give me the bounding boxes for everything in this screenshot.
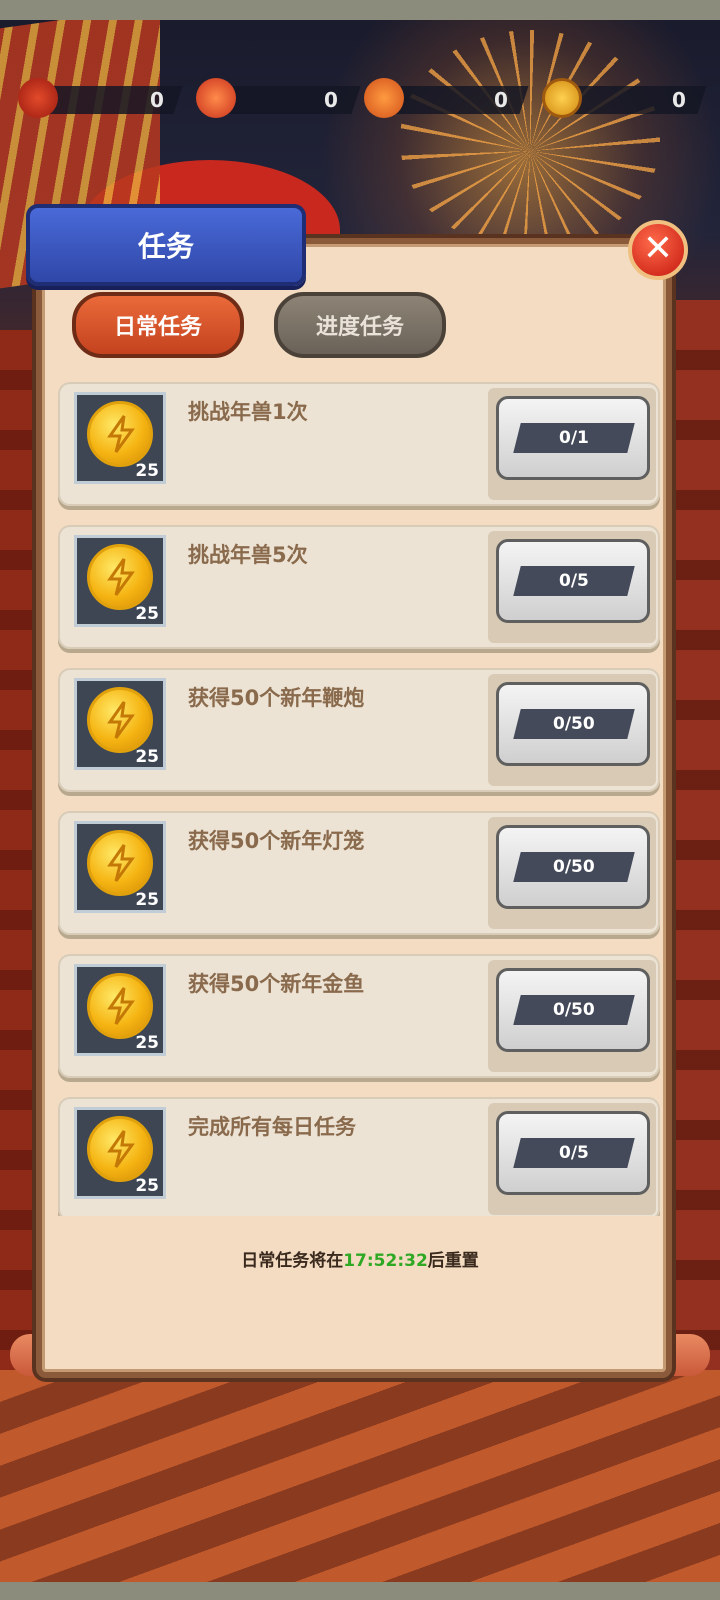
status-bar (0, 0, 720, 20)
task-name: 完成所有每日任务 (188, 1115, 356, 1139)
reward-count: 25 (135, 890, 159, 910)
firework-decoration (400, 30, 660, 250)
task-name: 获得50个新年金鱼 (188, 972, 365, 996)
resource-value: 0 (494, 88, 508, 112)
resource-lantern: 0 (196, 78, 361, 118)
reset-time: 17:52:32 (343, 1251, 428, 1271)
task-button-area: 0/50 (488, 960, 656, 1072)
task-name: 挑战年兽1次 (188, 400, 308, 424)
reward-count: 25 (135, 1033, 159, 1053)
resource-value: 0 (324, 88, 338, 112)
task-progress-button[interactable]: 0/1 (496, 396, 650, 480)
energy-coin-icon (87, 544, 153, 610)
progress-bar: 0/1 (513, 423, 635, 453)
firecracker-icon (18, 78, 58, 118)
reset-timer-text: 日常任务将在17:52:32后重置 (0, 1246, 720, 1271)
energy-coin-icon (87, 687, 153, 753)
resource-firecracker: 0 (18, 78, 183, 118)
resource-value: 0 (672, 88, 686, 112)
tab-daily-tasks[interactable]: 日常任务 (72, 292, 244, 358)
task-item: 25 挑战年兽5次 0/5 (58, 525, 660, 649)
progress-bar: 0/5 (513, 566, 635, 596)
energy-coin-icon (87, 401, 153, 467)
progress-text: 0/50 (553, 714, 595, 734)
energy-coin-icon (87, 830, 153, 896)
task-name: 获得50个新年灯笼 (188, 829, 365, 853)
task-item: 25 获得50个新年灯笼 0/50 (58, 811, 660, 935)
ground-decoration (0, 1370, 720, 1582)
resource-value: 0 (150, 88, 164, 112)
progress-bar: 0/50 (513, 709, 635, 739)
progress-text: 0/1 (559, 428, 589, 448)
progress-bar: 0/50 (513, 995, 635, 1025)
progress-bar: 0/5 (513, 1138, 635, 1168)
reward-slot: 25 (74, 535, 166, 627)
progress-text: 0/5 (559, 571, 589, 591)
reward-slot: 25 (74, 392, 166, 484)
reward-count: 25 (135, 604, 159, 624)
task-name: 挑战年兽5次 (188, 543, 308, 567)
reward-count: 25 (135, 747, 159, 767)
reward-slot: 25 (74, 1107, 166, 1199)
progress-text: 0/50 (553, 1000, 595, 1020)
task-button-area: 0/50 (488, 817, 656, 929)
task-progress-button[interactable]: 0/50 (496, 825, 650, 909)
reset-prefix: 日常任务将在 (241, 1251, 344, 1271)
close-button[interactable]: ✕ (628, 220, 688, 280)
navigation-bar (0, 1582, 720, 1600)
task-button-area: 0/1 (488, 388, 656, 500)
energy-coin-icon (87, 1116, 153, 1182)
coin-icon (542, 78, 582, 118)
reset-suffix: 后重置 (427, 1251, 479, 1271)
progress-text: 0/50 (553, 857, 595, 877)
resource-goldfish: 0 (364, 78, 529, 118)
goldfish-icon (364, 78, 404, 118)
task-button-area: 0/5 (488, 531, 656, 643)
lantern-icon (196, 78, 236, 118)
task-progress-button[interactable]: 0/50 (496, 682, 650, 766)
progress-text: 0/5 (559, 1143, 589, 1163)
dialog-title: 任务 (26, 204, 306, 286)
task-name: 获得50个新年鞭炮 (188, 686, 365, 710)
tab-progress-tasks[interactable]: 进度任务 (274, 292, 446, 358)
task-button-area: 0/50 (488, 674, 656, 786)
reward-slot: 25 (74, 964, 166, 1056)
task-list[interactable]: 25 挑战年兽1次 0/1 25 挑战年兽5次 0/5 25 获得50个新年鞭炮… (58, 382, 664, 1216)
task-button-area: 0/5 (488, 1103, 656, 1215)
task-progress-button[interactable]: 0/50 (496, 968, 650, 1052)
task-item: 25 完成所有每日任务 0/5 (58, 1097, 660, 1216)
task-item: 25 获得50个新年金鱼 0/50 (58, 954, 660, 1078)
resource-coin: 0 (542, 78, 707, 118)
task-progress-button[interactable]: 0/5 (496, 539, 650, 623)
reward-count: 25 (135, 1176, 159, 1196)
progress-bar: 0/50 (513, 852, 635, 882)
reward-slot: 25 (74, 678, 166, 770)
right-pillar (665, 300, 720, 1380)
reward-slot: 25 (74, 821, 166, 913)
energy-coin-icon (87, 973, 153, 1039)
task-item: 25 获得50个新年鞭炮 0/50 (58, 668, 660, 792)
task-progress-button[interactable]: 0/5 (496, 1111, 650, 1195)
task-item: 25 挑战年兽1次 0/1 (58, 382, 660, 506)
reward-count: 25 (135, 461, 159, 481)
